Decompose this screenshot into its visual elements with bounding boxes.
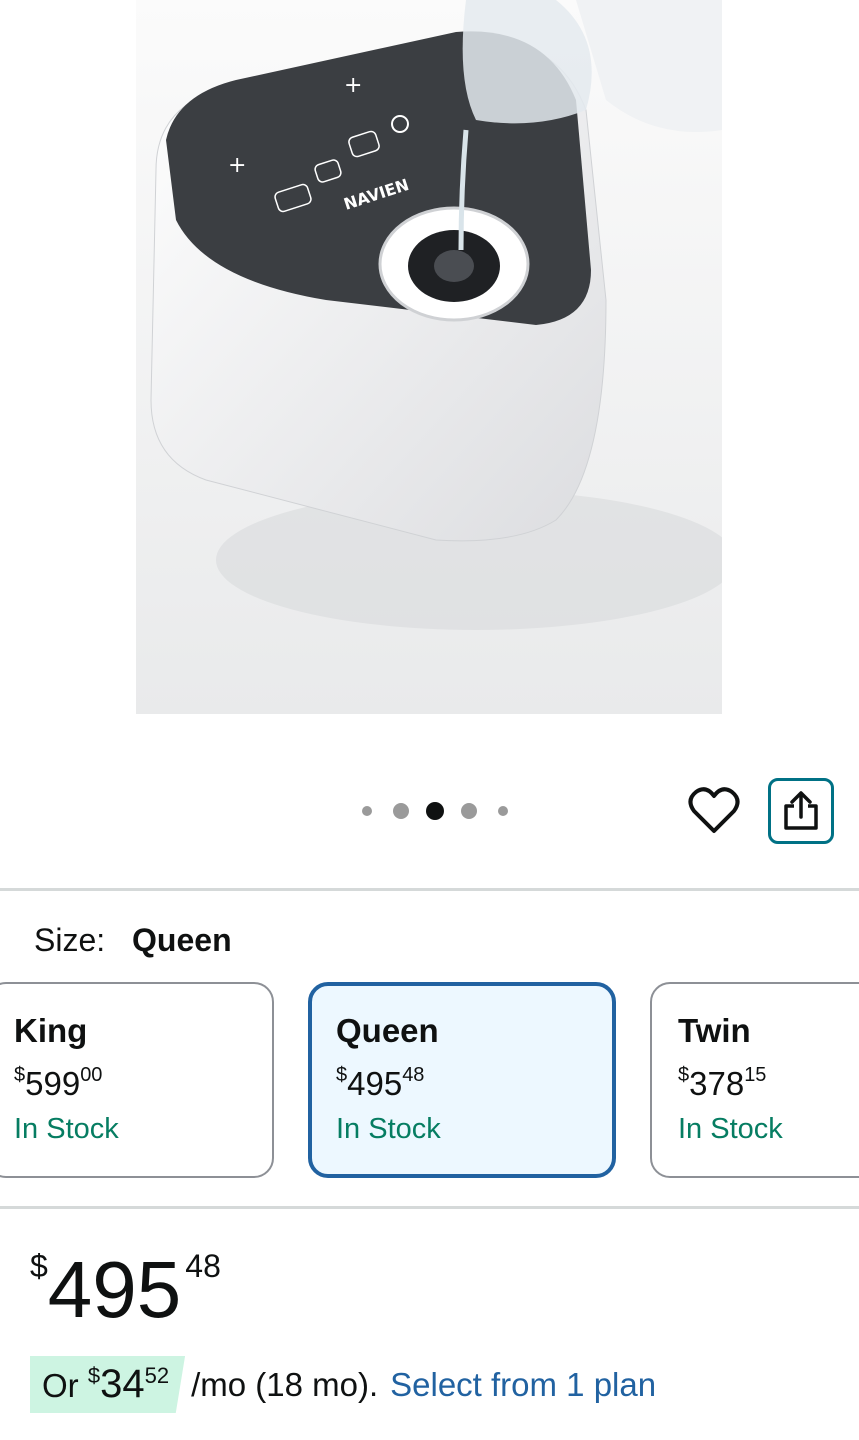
carousel-dot[interactable] [362, 806, 372, 816]
monthly-whole: 34 [100, 1362, 145, 1406]
share-button[interactable] [768, 778, 834, 844]
monthly-price-badge: Or $3452 [30, 1356, 186, 1413]
price-symbol: $ [14, 1064, 26, 1086]
svg-text:+: + [344, 73, 362, 98]
heart-icon [688, 787, 740, 833]
divider [0, 1206, 859, 1209]
price-cents: 00 [80, 1064, 103, 1086]
size-option-queen[interactable]: Queen $49548 In Stock [308, 982, 616, 1178]
size-option-name: Queen [336, 1012, 439, 1049]
size-label-selected: Queen [132, 922, 232, 958]
divider [0, 888, 859, 891]
size-label-key: Size: [34, 922, 106, 958]
price-whole: 378 [689, 1065, 745, 1102]
price-whole: 495 [47, 1245, 182, 1334]
size-option-name: King [14, 1012, 88, 1049]
price-cents: 15 [744, 1064, 767, 1086]
size-option-price: $49548 [336, 1064, 612, 1103]
size-option-king[interactable]: King $59900 In Stock [0, 982, 274, 1178]
price-symbol: $ [30, 1248, 48, 1284]
product-photo: NAVIEN + + [136, 0, 722, 714]
price-symbol: $ [678, 1064, 690, 1086]
size-option-twin[interactable]: Twin $37815 In Stock [650, 982, 859, 1178]
price-cents: 48 [402, 1064, 425, 1086]
favorite-button[interactable] [688, 786, 740, 836]
carousel-dot[interactable] [461, 803, 477, 819]
product-price: $495 48 [30, 1250, 221, 1330]
stock-status: In Stock [14, 1113, 119, 1145]
carousel-dot-active[interactable] [426, 802, 444, 820]
price-whole: 495 [347, 1065, 403, 1102]
carousel-dot[interactable] [498, 806, 508, 816]
monthly-cents: 52 [144, 1363, 170, 1388]
product-image[interactable]: NAVIEN + + [136, 0, 722, 714]
monthly-symbol: $ [87, 1363, 101, 1388]
size-option-name: Twin [678, 1012, 751, 1049]
size-option-price: $37815 [678, 1064, 859, 1103]
monthly-suffix: /mo (18 mo). [191, 1365, 379, 1403]
price-cents: 48 [185, 1248, 221, 1284]
carousel-dot[interactable] [393, 803, 409, 819]
stock-status: In Stock [336, 1113, 441, 1145]
size-selector-label: Size: Queen [34, 922, 232, 959]
stock-status: In Stock [678, 1113, 783, 1145]
monthly-payment: Or $3452 /mo (18 mo). Select from 1 plan [30, 1356, 656, 1413]
select-plan-link[interactable]: Select from 1 plan [390, 1366, 656, 1404]
carousel-indicator[interactable] [350, 800, 520, 822]
share-icon [784, 791, 818, 830]
price-symbol: $ [336, 1064, 348, 1086]
size-option-price: $59900 [14, 1064, 272, 1103]
price-whole: 599 [25, 1065, 81, 1102]
monthly-prefix: Or [42, 1367, 79, 1404]
svg-text:+: + [228, 153, 246, 178]
